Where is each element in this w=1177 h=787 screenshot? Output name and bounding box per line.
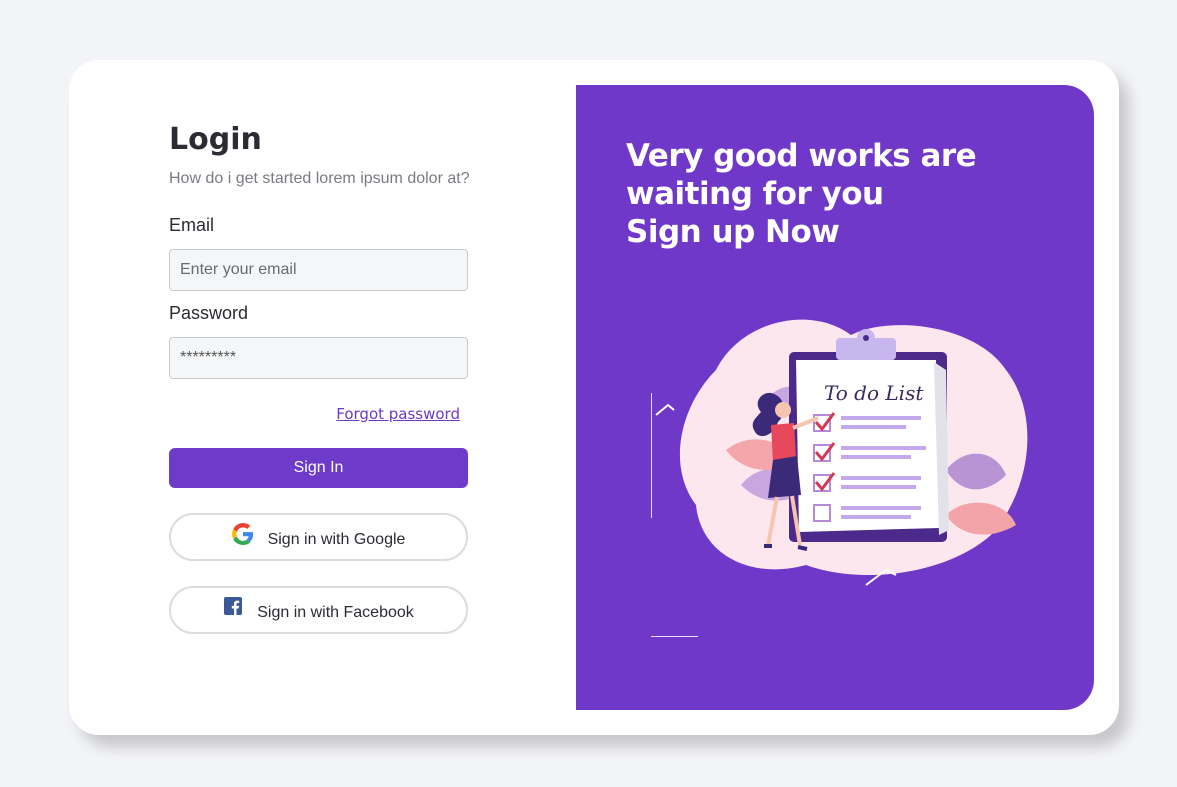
sign-in-button[interactable]: Sign In — [169, 448, 468, 488]
promo-line-1: Very good works are — [626, 138, 977, 174]
google-signin-button[interactable]: Sign in with Google — [169, 513, 468, 561]
email-label: Email — [169, 215, 215, 235]
todo-list-illustration: To do List — [655, 319, 1028, 586]
promo-line-3: Sign up Now — [626, 214, 840, 250]
subtitle: How do i get started lorem ipsum dolor a… — [169, 170, 470, 187]
page-title: Login — [169, 122, 262, 157]
facebook-signin-button[interactable]: Sign in with Facebook — [169, 586, 468, 634]
promo-line-2: waiting for you — [626, 176, 884, 212]
facebook-signin-label: Sign in with Facebook — [257, 604, 414, 621]
password-label: Password — [169, 303, 249, 323]
login-card: Login How do i get started lorem ipsum d… — [69, 60, 1119, 735]
facebook-icon — [223, 596, 243, 616]
google-icon — [231, 523, 253, 545]
google-signin-label: Sign in with Google — [267, 531, 406, 548]
password-field[interactable] — [169, 337, 468, 379]
promo-panel: Very good works are waiting for you Sign… — [576, 85, 1094, 710]
forgot-password-link[interactable]: Forgot password — [336, 405, 460, 423]
decorative-horizontal-line — [651, 636, 698, 637]
promo-headline: Very good works are waiting for you Sign… — [626, 137, 977, 251]
illustration-title: To do List — [824, 381, 924, 405]
email-field[interactable] — [169, 249, 468, 291]
